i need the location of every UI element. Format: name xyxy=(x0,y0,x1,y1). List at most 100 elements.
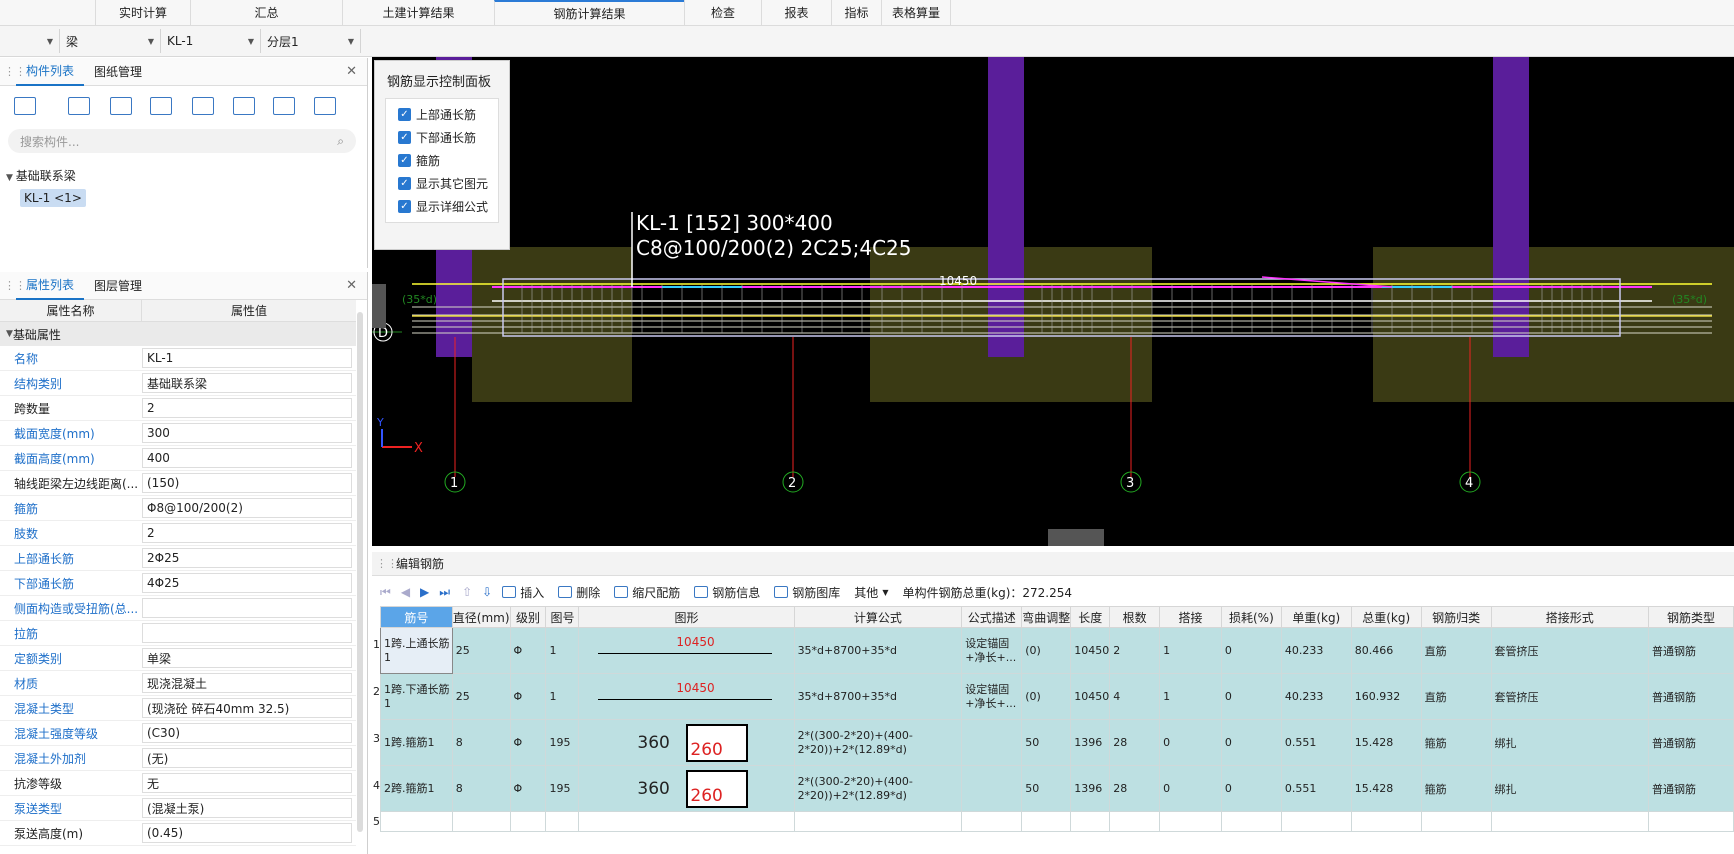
column-header[interactable]: 筋号 xyxy=(380,606,453,628)
table-cell[interactable] xyxy=(1350,811,1422,832)
table-cell[interactable]: 1396 xyxy=(1070,765,1111,812)
table-cell[interactable]: 10450 xyxy=(578,627,795,674)
rebar-library-button[interactable]: 钢筋图库 xyxy=(774,584,840,601)
table-cell[interactable]: 普通钢筋 xyxy=(1648,719,1734,766)
column-header[interactable]: 钢筋类型 xyxy=(1648,606,1734,628)
table-cell[interactable] xyxy=(1159,811,1222,832)
expand-bottom-button[interactable] xyxy=(1048,529,1104,546)
extract-icon[interactable] xyxy=(233,97,255,115)
table-cell[interactable]: 绑扎 xyxy=(1490,765,1650,812)
table-cell[interactable] xyxy=(1280,811,1352,832)
column-header[interactable]: 直径(mm) xyxy=(451,606,511,628)
tab-property-list[interactable]: 属性列表 xyxy=(16,272,85,300)
column-header[interactable]: 损耗(%) xyxy=(1220,606,1282,628)
property-value-field[interactable]: 2 xyxy=(142,523,352,543)
property-value-field[interactable]: (0.45) xyxy=(142,823,352,843)
column-header[interactable]: 长度 xyxy=(1070,606,1111,628)
list-icon[interactable] xyxy=(273,97,295,115)
table-cell[interactable]: 2*((300-2*20)+(400-2*20))+2*(12.89*d) xyxy=(793,765,963,812)
table-cell[interactable]: 25 xyxy=(451,673,511,720)
table-cell[interactable]: (0) xyxy=(1021,673,1072,720)
property-value-field[interactable]: (C30) xyxy=(142,723,352,743)
property-value-field[interactable]: (无) xyxy=(142,748,352,768)
column-header[interactable]: 钢筋归类 xyxy=(1420,606,1492,628)
next-record-icon[interactable]: ▶ xyxy=(420,585,429,599)
table-cell[interactable]: 10450 xyxy=(578,673,795,720)
table-cell[interactable]: Φ xyxy=(509,765,547,812)
table-cell[interactable]: 1跨.下通长筋1 xyxy=(380,673,453,720)
type-select[interactable]: 梁 ▼ xyxy=(62,29,161,53)
table-row[interactable]: 1跨.下通长筋1 25 Φ 1 10450 35*d+8700+35*d 设定锚固+净长+.… xyxy=(380,673,1734,720)
table-cell[interactable] xyxy=(1648,811,1734,832)
table-cell[interactable]: 0 xyxy=(1220,627,1282,674)
table-cell[interactable] xyxy=(451,811,511,832)
table-cell[interactable] xyxy=(1109,811,1161,832)
table-cell[interactable]: 普通钢筋 xyxy=(1648,765,1734,812)
table-cell[interactable] xyxy=(1490,811,1650,832)
tab-report[interactable]: 报表 xyxy=(761,0,831,26)
table-cell[interactable]: 8 xyxy=(451,719,511,766)
section-basic[interactable]: ▼ 基础属性 xyxy=(0,322,356,346)
table-cell[interactable]: 4 xyxy=(1109,673,1161,720)
table-cell[interactable]: 0 xyxy=(1159,765,1222,812)
first-record-icon[interactable]: ⏮ xyxy=(380,585,391,600)
table-cell[interactable]: 28 xyxy=(1109,719,1161,766)
table-cell[interactable] xyxy=(1021,811,1072,832)
column-header[interactable]: 公式描述 xyxy=(961,606,1023,628)
table-cell[interactable] xyxy=(961,811,1023,832)
duplicate-icon[interactable] xyxy=(150,97,172,115)
property-value-field[interactable]: Φ8@100/200(2) xyxy=(142,498,352,518)
table-cell[interactable]: 直筋 xyxy=(1420,627,1492,674)
table-cell[interactable] xyxy=(793,811,963,832)
table-cell[interactable]: 10450 xyxy=(1070,673,1111,720)
table-cell[interactable] xyxy=(1070,811,1111,832)
tab-realtime-calc[interactable]: 实时计算 xyxy=(95,0,190,26)
toggle-bottom-rebar[interactable]: ✓ 下部通长筋 xyxy=(386,126,498,149)
table-cell[interactable]: 2跨.箍筋1 xyxy=(380,765,453,812)
property-value-field[interactable]: 4Φ25 xyxy=(142,573,352,593)
column-header[interactable]: 弯曲调整 xyxy=(1021,606,1072,628)
tab-index[interactable]: 指标 xyxy=(831,0,881,26)
table-cell[interactable] xyxy=(1420,811,1492,832)
table-cell[interactable]: Φ xyxy=(509,673,547,720)
column-header[interactable]: 搭接 xyxy=(1159,606,1222,628)
layer-copy-icon[interactable] xyxy=(192,97,214,115)
table-cell[interactable] xyxy=(961,719,1023,766)
table-cell[interactable]: 套管挤压 xyxy=(1490,627,1650,674)
toggle-detail-formula[interactable]: ✓ 显示详细公式 xyxy=(386,195,498,218)
table-cell[interactable]: 0 xyxy=(1159,719,1222,766)
table-cell[interactable]: 8 xyxy=(451,765,511,812)
column-header[interactable]: 图号 xyxy=(545,606,580,628)
property-value-field[interactable]: 300 xyxy=(142,423,352,443)
prev-record-icon[interactable]: ◀ xyxy=(401,585,410,599)
close-icon[interactable]: ✕ xyxy=(346,64,357,79)
delete-button[interactable]: 删除 xyxy=(558,584,600,601)
copy-icon[interactable] xyxy=(68,97,90,115)
toggle-other-elements[interactable]: ✓ 显示其它图元 xyxy=(386,172,498,195)
property-value-field[interactable]: (混凝土泵) xyxy=(142,798,352,818)
table-cell[interactable] xyxy=(961,765,1023,812)
table-cell[interactable]: 1396 xyxy=(1070,719,1111,766)
table-cell[interactable]: 195 xyxy=(545,719,580,766)
tab-summary[interactable]: 汇总 xyxy=(190,0,342,26)
table-cell[interactable]: 25 xyxy=(451,627,511,674)
drag-handle-icon[interactable]: ⋮⋮ xyxy=(4,65,26,78)
property-value-field[interactable]: 基础联系梁 xyxy=(142,373,352,393)
move-down-icon[interactable]: ⇩ xyxy=(482,585,492,599)
property-value-field[interactable]: 现浇混凝土 xyxy=(142,673,352,693)
column-header[interactable]: 级别 xyxy=(509,606,547,628)
column-header[interactable]: 图形 xyxy=(578,606,795,628)
drag-handle-icon[interactable]: ⋮⋮ xyxy=(376,557,398,570)
property-value-field[interactable]: 2 xyxy=(142,398,352,418)
table-cell[interactable] xyxy=(578,811,795,832)
table-row-empty[interactable] xyxy=(380,811,1734,832)
toggle-stirrup[interactable]: ✓ 箍筋 xyxy=(386,149,498,172)
table-cell[interactable]: (0) xyxy=(1021,627,1072,674)
move-up-icon[interactable]: ⇧ xyxy=(462,585,472,599)
tree-item-kl1[interactable]: KL-1 <1> xyxy=(20,189,86,207)
table-cell[interactable]: 15.428 xyxy=(1350,765,1422,812)
scale-rebar-button[interactable]: 缩尺配筋 xyxy=(614,584,680,601)
table-cell[interactable] xyxy=(1220,811,1282,832)
table-cell[interactable] xyxy=(545,811,580,832)
table-cell[interactable]: Φ xyxy=(509,627,547,674)
